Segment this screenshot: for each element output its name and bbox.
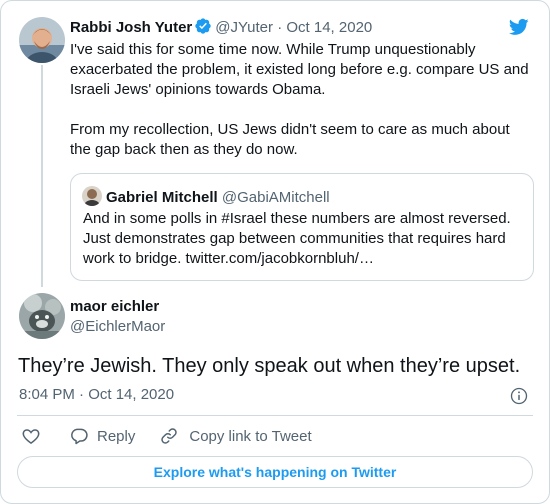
explore-twitter-button[interactable]: Explore what's happening on Twitter: [17, 456, 533, 488]
reply-button[interactable]: Reply: [69, 426, 135, 446]
link-icon: [159, 426, 179, 446]
embedded-tweet-card: Rabbi Josh Yuter @JYuter · Oct 14, 2020 I…: [0, 0, 550, 504]
tweet-paragraph: From my recollection, US Jews didn't see…: [70, 121, 510, 158]
tweet-paragraph: I've said this for some time now. While …: [70, 41, 529, 98]
divider: [17, 415, 533, 416]
quoted-tweet-header: Gabriel Mitchell @GabiAMitchell: [82, 186, 330, 208]
tweet-date[interactable]: Oct 14, 2020: [286, 19, 372, 36]
author-name[interactable]: Rabbi Josh Yuter: [70, 19, 192, 36]
parent-tweet-text: I've said this for some time now. While …: [70, 40, 532, 160]
like-button[interactable]: [21, 426, 41, 446]
tweet-actions: Reply Copy link to Tweet: [21, 425, 312, 447]
author-handle[interactable]: @EichlerMaor: [70, 317, 165, 337]
quoted-author-handle: @GabiAMitchell: [221, 189, 330, 206]
verified-badge-icon: [194, 17, 212, 41]
reply-label: Reply: [97, 427, 136, 445]
quoted-author-name: Gabriel Mitchell: [106, 189, 218, 206]
copy-link-label: Copy link to Tweet: [189, 427, 312, 445]
author-handle[interactable]: @JYuter: [215, 19, 273, 36]
info-icon[interactable]: [509, 386, 529, 411]
thread-connector-line: [41, 65, 43, 287]
tweet-timestamp[interactable]: 8:04 PM · Oct 14, 2020: [19, 385, 174, 405]
twitter-bird-icon[interactable]: [507, 17, 531, 42]
heart-icon: [21, 426, 41, 446]
quoted-tweet[interactable]: Gabriel Mitchell @GabiAMitchell And in s…: [70, 173, 534, 281]
author-name[interactable]: maor eichler: [70, 297, 159, 317]
tweet-text: They’re Jewish. They only speak out when…: [18, 355, 521, 377]
parent-tweet-header: Rabbi Josh Yuter @JYuter · Oct 14, 2020: [70, 17, 372, 41]
reply-icon: [69, 426, 89, 446]
avatar-gabriel-mitchell: [82, 186, 102, 206]
copy-link-button[interactable]: Copy link to Tweet: [159, 426, 312, 446]
avatar-maor-eichler[interactable]: [19, 293, 65, 339]
quoted-tweet-text: And in some polls in #Israel these numbe…: [83, 210, 511, 267]
avatar-josh-yuter[interactable]: [19, 17, 65, 63]
separator-dot: ·: [277, 19, 283, 36]
